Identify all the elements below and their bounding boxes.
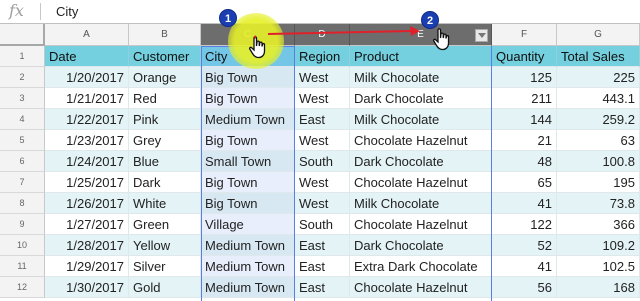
- table-cell[interactable]: 52: [492, 235, 557, 256]
- table-cell[interactable]: 1/24/2017: [45, 151, 129, 172]
- table-cell[interactable]: East: [295, 235, 350, 256]
- table-cell[interactable]: 144: [492, 109, 557, 130]
- table-cell[interactable]: Big Town: [201, 130, 295, 151]
- table-cell[interactable]: White: [129, 193, 201, 214]
- table-cell[interactable]: East: [295, 256, 350, 277]
- table-cell[interactable]: 1/25/2017: [45, 172, 129, 193]
- hand-cursor-icon: [249, 35, 266, 59]
- table-cell[interactable]: 211: [492, 88, 557, 109]
- table-cell[interactable]: Big Town: [201, 193, 295, 214]
- table-cell[interactable]: East: [295, 277, 350, 298]
- drag-arrow-icon: [267, 26, 420, 36]
- table-cell[interactable]: Dark: [129, 172, 201, 193]
- row-header[interactable]: 5: [0, 130, 45, 151]
- table-cell[interactable]: Milk Chocolate: [350, 193, 492, 214]
- table-cell[interactable]: 65: [492, 172, 557, 193]
- table-cell[interactable]: Medium Town: [201, 109, 295, 130]
- table-cell[interactable]: Medium Town: [201, 256, 295, 277]
- table-cell[interactable]: Extra Dark Chocolate: [350, 256, 492, 277]
- table-cell[interactable]: Dark Chocolate: [350, 88, 492, 109]
- table-cell[interactable]: Grey: [129, 130, 201, 151]
- table-cell[interactable]: Blue: [129, 151, 201, 172]
- table-cell[interactable]: Red: [129, 88, 201, 109]
- table-cell[interactable]: Village: [201, 214, 295, 235]
- table-cell[interactable]: 109.2: [557, 235, 640, 256]
- table-cell[interactable]: 443.1: [557, 88, 640, 109]
- table-cell[interactable]: 366: [557, 214, 640, 235]
- table-cell[interactable]: Pink: [129, 109, 201, 130]
- table-cell[interactable]: 48: [492, 151, 557, 172]
- table-cell[interactable]: Small Town: [201, 151, 295, 172]
- row-header[interactable]: 3: [0, 88, 45, 109]
- table-cell[interactable]: 122: [492, 214, 557, 235]
- table-cell[interactable]: West: [295, 172, 350, 193]
- table-cell[interactable]: 259.2: [557, 109, 640, 130]
- table-cell[interactable]: 1/27/2017: [45, 214, 129, 235]
- table-cell[interactable]: South: [295, 151, 350, 172]
- hand-cursor-icon: [433, 28, 450, 51]
- table-cell[interactable]: Big Town: [201, 172, 295, 193]
- table-cell[interactable]: 195: [557, 172, 640, 193]
- step-1-badge: 1: [219, 9, 237, 27]
- table-cell[interactable]: Big Town: [201, 88, 295, 109]
- row-header[interactable]: 4: [0, 109, 45, 130]
- table-cell[interactable]: 1/21/2017: [45, 88, 129, 109]
- row-header[interactable]: 12: [0, 277, 45, 298]
- row-header[interactable]: 10: [0, 235, 45, 256]
- table-cell[interactable]: Yellow: [129, 235, 201, 256]
- table-cell[interactable]: Milk Chocolate: [350, 109, 492, 130]
- table-cell[interactable]: Green: [129, 214, 201, 235]
- row-header[interactable]: 9: [0, 214, 45, 235]
- table-cell[interactable]: Chocolate Hazelnut: [350, 172, 492, 193]
- table-cell[interactable]: 168: [557, 277, 640, 298]
- row-header[interactable]: 7: [0, 172, 45, 193]
- table-cell[interactable]: 102.5: [557, 256, 640, 277]
- row-header[interactable]: 6: [0, 151, 45, 172]
- row-header[interactable]: 8: [0, 193, 45, 214]
- table-cell[interactable]: 100.8: [557, 151, 640, 172]
- table-cell[interactable]: South: [295, 214, 350, 235]
- table-cell[interactable]: Medium Town: [201, 277, 295, 298]
- table-cell[interactable]: Chocolate Hazelnut: [350, 130, 492, 151]
- row-header[interactable]: 11: [0, 256, 45, 277]
- table-cell[interactable]: Chocolate Hazelnut: [350, 214, 492, 235]
- table-cell[interactable]: 1/30/2017: [45, 277, 129, 298]
- table-cell[interactable]: West: [295, 88, 350, 109]
- table-cell[interactable]: 1/22/2017: [45, 109, 129, 130]
- table-cell[interactable]: 1/29/2017: [45, 256, 129, 277]
- table-cell[interactable]: West: [295, 130, 350, 151]
- table-cell[interactable]: 1/26/2017: [45, 193, 129, 214]
- table-cell[interactable]: Medium Town: [201, 235, 295, 256]
- table-cell[interactable]: 21: [492, 130, 557, 151]
- table-cell[interactable]: East: [295, 109, 350, 130]
- table-cell[interactable]: 73.8: [557, 193, 640, 214]
- table-cell[interactable]: 56: [492, 277, 557, 298]
- table-cell[interactable]: 41: [492, 193, 557, 214]
- table-cell[interactable]: 63: [557, 130, 640, 151]
- table-cell[interactable]: West: [295, 193, 350, 214]
- table-cell[interactable]: 41: [492, 256, 557, 277]
- table-cell[interactable]: Chocolate Hazelnut: [350, 277, 492, 298]
- table-cell[interactable]: Gold: [129, 277, 201, 298]
- table-cell[interactable]: Silver: [129, 256, 201, 277]
- table-cell[interactable]: Dark Chocolate: [350, 151, 492, 172]
- table-cell[interactable]: Dark Chocolate: [350, 235, 492, 256]
- table-cell[interactable]: 1/28/2017: [45, 235, 129, 256]
- table-cell[interactable]: 1/23/2017: [45, 130, 129, 151]
